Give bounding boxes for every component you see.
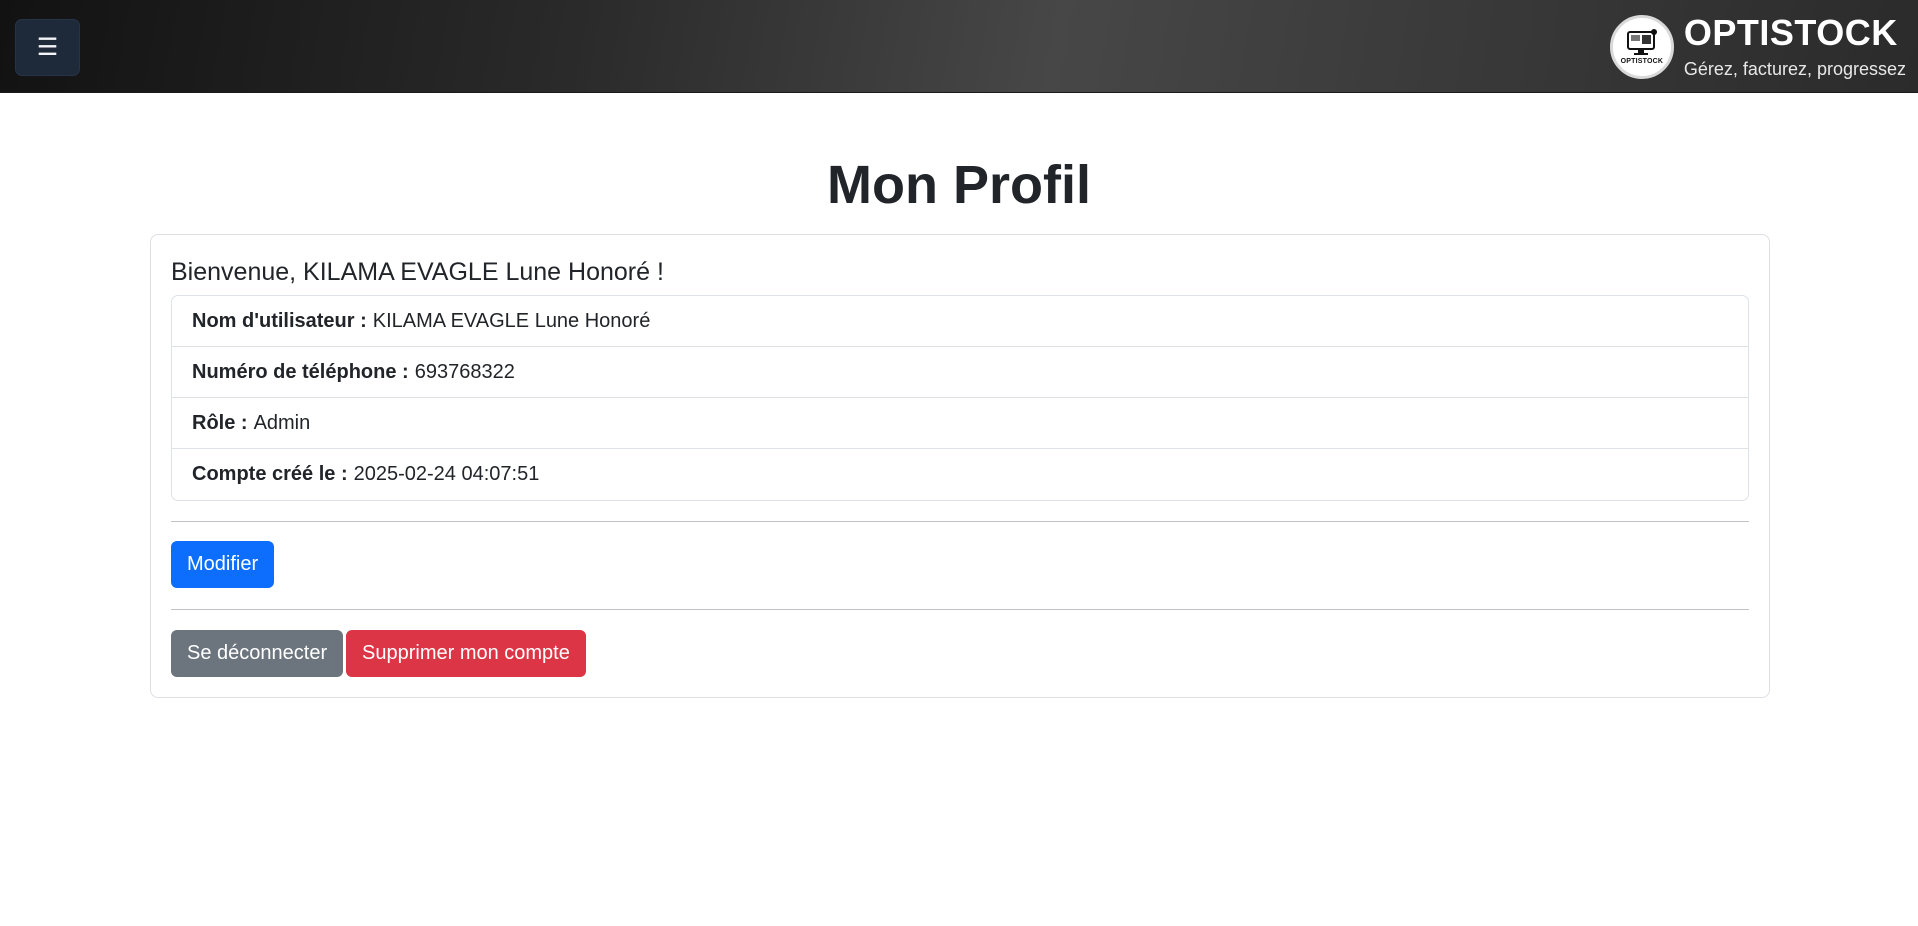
field-label: Numéro de téléphone : [192, 360, 409, 383]
edit-profile-button[interactable]: Modifier [171, 541, 275, 588]
field-value: 693768322 [414, 360, 515, 383]
brand-tagline: Gérez, facturez, progressez [1683, 59, 1906, 79]
profile-card: Bienvenue, KILAMA EVAGLE Lune Honoré ! N… [150, 234, 1770, 698]
page-title: Mon Profil [827, 155, 1091, 215]
field-label: Compte créé le : [192, 463, 348, 485]
list-item-role: Rôle : Admin [172, 398, 1748, 449]
list-item-created-at: Compte créé le : 2025-02-24 04:07:51 [172, 449, 1748, 500]
divider [171, 521, 1749, 522]
field-label: Rôle : [192, 411, 248, 434]
welcome-message: Bienvenue, KILAMA EVAGLE Lune Honoré ! [171, 258, 664, 286]
field-value: Admin [253, 411, 311, 434]
optistock-logo: OPTISTOCK [1609, 15, 1674, 79]
brand-name: OPTISTOCK [1683, 12, 1898, 53]
menu-toggle-button[interactable]: ☰ [15, 19, 80, 76]
divider [171, 609, 1749, 610]
top-navbar: ☰ OPTISTOCK OPTISTOCK Gérez, facturez, p… [0, 0, 1918, 93]
list-item-phone: Numéro de téléphone : 693768322 [172, 347, 1748, 398]
logo-text: OPTISTOCK [1620, 58, 1664, 65]
brand-text: OPTISTOCK Gérez, facturez, progressez [1684, 13, 1906, 81]
field-value: 2025-02-24 04:07:51 [353, 463, 540, 485]
field-value: KILAMA EVAGLE Lune Honoré [372, 309, 651, 332]
delete-account-button[interactable]: Supprimer mon compte [346, 630, 586, 677]
field-label: Nom d'utilisateur : [192, 309, 367, 332]
list-item-username: Nom d'utilisateur : KILAMA EVAGLE Lune H… [172, 296, 1748, 347]
monitor-icon [1626, 29, 1657, 55]
profile-info-list: Nom d'utilisateur : KILAMA EVAGLE Lune H… [171, 295, 1749, 501]
brand[interactable]: OPTISTOCK OPTISTOCK Gérez, facturez, pro… [1609, 13, 1906, 81]
hamburger-icon: ☰ [36, 34, 59, 61]
logout-button[interactable]: Se déconnecter [171, 630, 344, 677]
